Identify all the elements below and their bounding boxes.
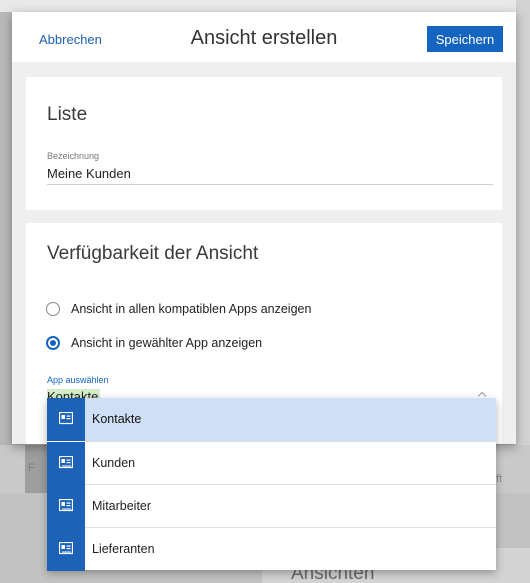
list-section: Liste Bezeichnung Meine Kunden (26, 77, 502, 210)
save-button[interactable]: Speichern (427, 26, 503, 52)
name-field[interactable]: Meine Kunden (47, 166, 131, 181)
radio-button-checked[interactable] (46, 336, 60, 350)
app-dropdown-list: Kontakte Kunden Mitarbeiter Lieferanten (47, 398, 496, 571)
dropdown-item-kunden[interactable]: Kunden (47, 442, 496, 485)
background-partial-text-left: F (28, 462, 35, 474)
create-view-dialog: Abbrechen Ansicht erstellen Speichern Li… (12, 12, 516, 444)
name-field-underline (47, 184, 493, 185)
radio-option-all-apps[interactable]: Ansicht in allen kompatiblen Apps anzeig… (46, 299, 311, 319)
dropdown-item-mitarbeiter[interactable]: Mitarbeiter (47, 485, 496, 528)
contact-card-icon (47, 442, 85, 485)
dialog-header: Abbrechen Ansicht erstellen Speichern (12, 12, 516, 62)
dropdown-item-kontakte[interactable]: Kontakte (47, 398, 496, 441)
dropdown-item-label: Mitarbeiter (92, 499, 152, 513)
radio-option-selected-app-label: Ansicht in gewählter App anzeigen (71, 336, 263, 350)
background-partial-text-right: ft (496, 473, 503, 485)
contact-card-icon (47, 528, 85, 571)
app-select-label: App auswählen (47, 375, 109, 385)
cancel-button[interactable]: Abbrechen (39, 32, 102, 47)
background-top-bar (0, 0, 530, 12)
radio-option-selected-app[interactable]: Ansicht in gewählter App anzeigen (46, 333, 262, 353)
list-section-title: Liste (47, 104, 88, 125)
dropdown-item-label: Kontakte (92, 412, 142, 426)
dropdown-item-label: Kunden (92, 456, 136, 470)
contact-card-icon (47, 485, 85, 528)
dropdown-item-lieferanten[interactable]: Lieferanten (47, 528, 496, 571)
dropdown-item-label: Lieferanten (92, 542, 155, 556)
contact-card-icon (47, 398, 85, 441)
availability-section-title: Verfügbarkeit der Ansicht (47, 243, 259, 264)
name-field-label: Bezeichnung (47, 151, 100, 161)
radio-option-all-apps-label: Ansicht in allen kompatiblen Apps anzeig… (71, 302, 312, 316)
radio-button-unchecked[interactable] (46, 302, 60, 316)
